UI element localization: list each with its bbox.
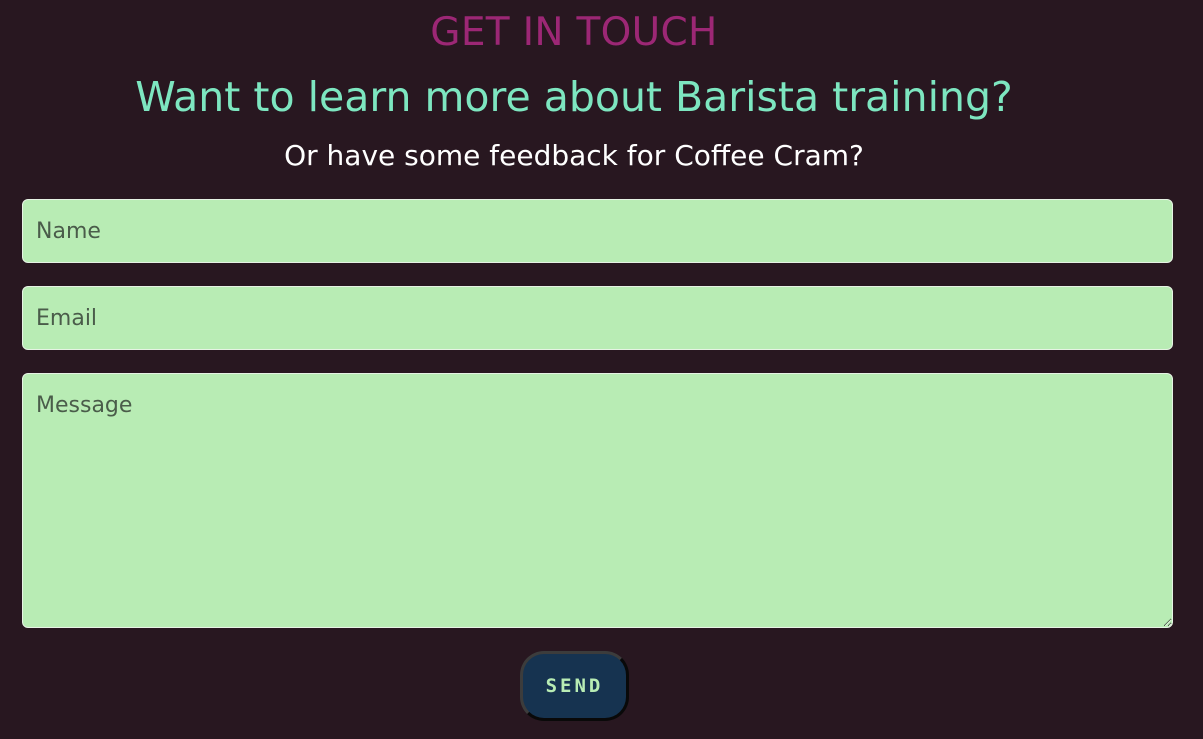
message-textarea[interactable] [22, 373, 1173, 628]
section-eyebrow: GET IN TOUCH [430, 10, 718, 55]
contact-headline: Want to learn more about Barista trainin… [135, 73, 1013, 121]
contact-subhead: Or have some feedback for Coffee Cram? [284, 139, 864, 172]
name-input[interactable] [22, 199, 1173, 263]
send-button[interactable]: SEND [520, 651, 629, 721]
email-input[interactable] [22, 286, 1173, 350]
